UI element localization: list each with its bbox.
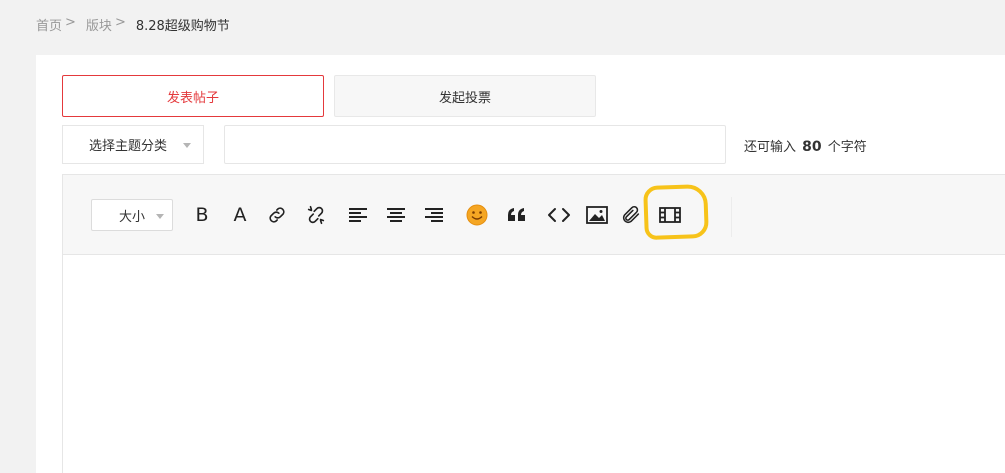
insert-image-button[interactable]: [585, 203, 609, 227]
paperclip-icon: [622, 205, 640, 224]
chevron-down-icon: [183, 143, 191, 148]
link-button[interactable]: [265, 203, 289, 227]
tab-new-post[interactable]: 发表帖子: [62, 75, 324, 117]
topic-category-select[interactable]: 选择主题分类: [62, 125, 204, 164]
char-count-prefix: 还可输入: [744, 140, 797, 155]
topic-category-label: 选择主题分类: [89, 139, 168, 154]
rich-text-editor: 大小 B A: [62, 174, 1005, 473]
chevron-down-icon: [156, 214, 164, 219]
code-icon: [548, 208, 570, 222]
link-icon: [269, 207, 285, 223]
editor-toolbar: 大小 B A: [63, 175, 1005, 255]
unlink-button[interactable]: [304, 203, 328, 227]
image-icon: [586, 206, 608, 224]
tab-new-poll[interactable]: 发起投票: [334, 75, 596, 117]
char-count-suffix: 个字符: [827, 140, 867, 155]
unlink-icon: [307, 205, 325, 225]
breadcrumb-separator: >: [65, 15, 76, 30]
font-color-icon: A: [233, 204, 247, 226]
bold-button[interactable]: B: [190, 203, 214, 227]
breadcrumb-current: 8.28超级购物节: [135, 19, 230, 34]
highlight-annotation: [643, 183, 709, 241]
char-count-hint: 还可输入 80 个字符: [744, 136, 867, 155]
font-size-select[interactable]: 大小: [91, 199, 173, 231]
editor-content-area[interactable]: [63, 255, 1005, 473]
font-size-label: 大小: [119, 209, 146, 225]
align-right-icon: [425, 208, 443, 222]
quote-button[interactable]: [505, 203, 529, 227]
breadcrumb: 首页 > 版块 > 8.28超级购物节: [36, 15, 230, 34]
align-left-icon: [349, 208, 367, 222]
breadcrumb-separator: >: [114, 15, 126, 30]
toolbar-divider: [731, 197, 732, 237]
align-left-button[interactable]: [346, 203, 370, 227]
code-button[interactable]: [547, 203, 571, 227]
align-center-icon: [387, 208, 405, 222]
smiley-icon: [466, 204, 488, 226]
align-right-button[interactable]: [422, 203, 446, 227]
breadcrumb-home-link[interactable]: 首页: [36, 15, 62, 34]
emoji-button[interactable]: [465, 203, 489, 227]
post-editor-panel: 发表帖子 发起投票 选择主题分类 还可输入 80 个字符 大小 B A: [36, 55, 1005, 473]
breadcrumb-forum-link[interactable]: 版块: [86, 15, 112, 34]
align-center-button[interactable]: [384, 203, 408, 227]
title-input[interactable]: [224, 125, 726, 164]
bold-icon: B: [195, 204, 209, 226]
quote-icon: [508, 208, 525, 221]
attachment-button[interactable]: [619, 203, 643, 227]
char-count-value: 80: [802, 139, 822, 155]
font-color-button[interactable]: A: [228, 203, 252, 227]
